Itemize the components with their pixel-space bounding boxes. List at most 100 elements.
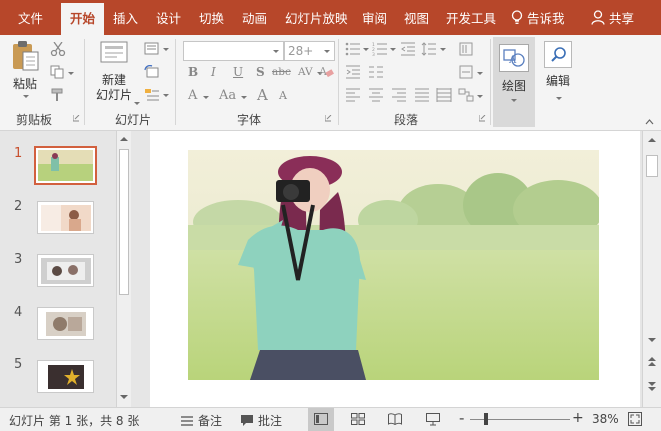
font-color-dropdown-icon[interactable] xyxy=(203,96,209,99)
text-direction-icon[interactable] xyxy=(458,42,474,56)
reading-view-icon[interactable] xyxy=(388,413,402,425)
scroll-down-icon[interactable] xyxy=(648,338,656,342)
align-left-icon[interactable] xyxy=(345,88,361,102)
reset-icon[interactable] xyxy=(144,65,160,79)
tab-developer[interactable]: 开发工具 xyxy=(446,8,496,27)
slide-thumbnail[interactable] xyxy=(37,307,94,340)
new-slide-dropdown-icon[interactable] xyxy=(134,102,140,105)
previous-slide-icon-2[interactable] xyxy=(648,362,656,366)
tab-design[interactable]: 设计 xyxy=(156,8,181,27)
columns-icon[interactable] xyxy=(368,65,384,79)
shrink-font-button[interactable]: A xyxy=(279,89,287,102)
thumbnail-scrollbar[interactable] xyxy=(116,131,131,407)
increase-indent-icon[interactable] xyxy=(345,65,361,79)
share-button[interactable]: 共享 xyxy=(591,8,634,27)
new-slide-button[interactable]: 新建 幻灯片 xyxy=(91,39,137,103)
line-spacing-dropdown-icon[interactable] xyxy=(440,48,446,51)
numbering-dropdown-icon[interactable] xyxy=(390,48,396,51)
slide-thumbnail[interactable] xyxy=(34,146,97,185)
scrollbar-thumb[interactable] xyxy=(646,155,658,177)
slide-sorter-icon[interactable] xyxy=(351,413,365,425)
tab-file[interactable]: 文件 xyxy=(18,8,43,27)
clear-format-icon[interactable]: A xyxy=(318,64,334,78)
slide-photo[interactable] xyxy=(188,150,599,380)
align-text-icon[interactable] xyxy=(458,65,474,79)
paragraph-dialog-launcher-icon[interactable] xyxy=(479,115,486,122)
slide-thumbnail[interactable] xyxy=(37,360,94,393)
numbering-icon[interactable]: 123 xyxy=(372,42,388,56)
change-case-dropdown-icon[interactable] xyxy=(241,96,247,99)
scroll-up-icon[interactable] xyxy=(120,137,128,141)
font-size-box[interactable]: 28+ xyxy=(284,41,335,61)
font-color-button[interactable]: A xyxy=(188,88,197,103)
tab-transitions[interactable]: 切换 xyxy=(199,8,224,27)
grow-font-button[interactable]: A xyxy=(257,86,268,104)
tab-insert[interactable]: 插入 xyxy=(113,8,138,27)
paste-icon xyxy=(13,41,39,71)
zoom-slider-knob[interactable] xyxy=(483,413,488,425)
font-name-box[interactable] xyxy=(183,41,284,61)
paste-button[interactable]: 粘贴 xyxy=(8,39,42,92)
line-spacing-icon[interactable] xyxy=(421,42,437,56)
slideshow-icon[interactable] xyxy=(426,413,440,426)
slide-thumbnail[interactable] xyxy=(37,254,94,287)
text-shadow-button[interactable]: S xyxy=(256,65,265,79)
tell-me-button[interactable]: 告诉我 xyxy=(511,8,565,27)
bold-button[interactable]: B xyxy=(188,65,198,79)
scrollbar-thumb[interactable] xyxy=(119,149,129,295)
editing-button[interactable]: 编辑 xyxy=(541,41,575,100)
section-icon[interactable] xyxy=(144,88,160,102)
dialog-launcher-icon[interactable] xyxy=(73,115,80,122)
bullets-dropdown-icon[interactable] xyxy=(363,48,369,51)
change-case-button[interactable]: Aa xyxy=(219,88,236,103)
editing-dropdown-icon[interactable] xyxy=(556,97,562,100)
strikethrough-button[interactable]: abc xyxy=(272,66,291,78)
paste-dropdown-icon[interactable] xyxy=(23,95,29,98)
distributed-icon[interactable] xyxy=(436,88,452,102)
justify-icon[interactable] xyxy=(414,88,430,102)
bullets-icon[interactable] xyxy=(345,42,361,56)
layout-icon[interactable] xyxy=(144,42,160,56)
zoom-out-button[interactable]: - xyxy=(459,409,464,427)
tab-slideshow[interactable]: 幻灯片放映 xyxy=(285,8,348,27)
decrease-indent-icon[interactable] xyxy=(400,42,416,56)
align-right-icon[interactable] xyxy=(391,88,407,102)
copy-icon[interactable] xyxy=(50,65,66,79)
character-spacing-button[interactable]: AV xyxy=(298,66,313,78)
tab-home[interactable]: 开始 xyxy=(61,3,105,35)
next-slide-icon-2[interactable] xyxy=(648,387,656,391)
smartart-icon[interactable] xyxy=(458,88,474,102)
font-dialog-launcher-icon[interactable] xyxy=(325,115,332,122)
smartart-dropdown-icon[interactable] xyxy=(477,95,483,98)
align-text-dropdown-icon[interactable] xyxy=(477,72,483,75)
font-size-dropdown-icon[interactable] xyxy=(324,50,330,53)
underline-button[interactable]: U xyxy=(233,65,243,79)
tab-animations[interactable]: 动画 xyxy=(242,8,267,27)
cut-icon[interactable] xyxy=(50,42,66,56)
scroll-down-icon[interactable] xyxy=(120,395,128,399)
collapse-ribbon-icon[interactable] xyxy=(645,119,654,125)
copy-dropdown-icon[interactable] xyxy=(68,72,74,75)
drawing-dropdown-icon[interactable] xyxy=(511,99,517,102)
font-name-dropdown-icon[interactable] xyxy=(273,50,279,53)
notes-button[interactable]: 备注 xyxy=(180,412,222,429)
previous-slide-icon[interactable] xyxy=(648,357,656,361)
scroll-up-icon[interactable] xyxy=(648,138,656,142)
zoom-level[interactable]: 38% xyxy=(592,412,619,426)
group-separator xyxy=(84,39,85,125)
next-slide-icon[interactable] xyxy=(648,382,656,386)
align-center-icon[interactable] xyxy=(368,88,384,102)
comments-button[interactable]: 批注 xyxy=(240,412,282,429)
normal-view-button[interactable] xyxy=(308,408,334,431)
tab-review[interactable]: 审阅 xyxy=(362,8,387,27)
slide-scrollbar[interactable] xyxy=(642,131,661,407)
fit-to-window-icon[interactable] xyxy=(628,412,642,426)
section-dropdown-icon[interactable] xyxy=(163,94,169,97)
layout-dropdown-icon[interactable] xyxy=(163,48,169,51)
italic-button[interactable]: I xyxy=(211,65,216,79)
zoom-in-button[interactable]: + xyxy=(572,410,584,426)
drawing-button[interactable]: A 绘图 xyxy=(493,37,535,127)
format-painter-icon[interactable] xyxy=(50,88,66,102)
slide-thumbnail[interactable] xyxy=(37,201,94,234)
tab-view[interactable]: 视图 xyxy=(404,8,429,27)
